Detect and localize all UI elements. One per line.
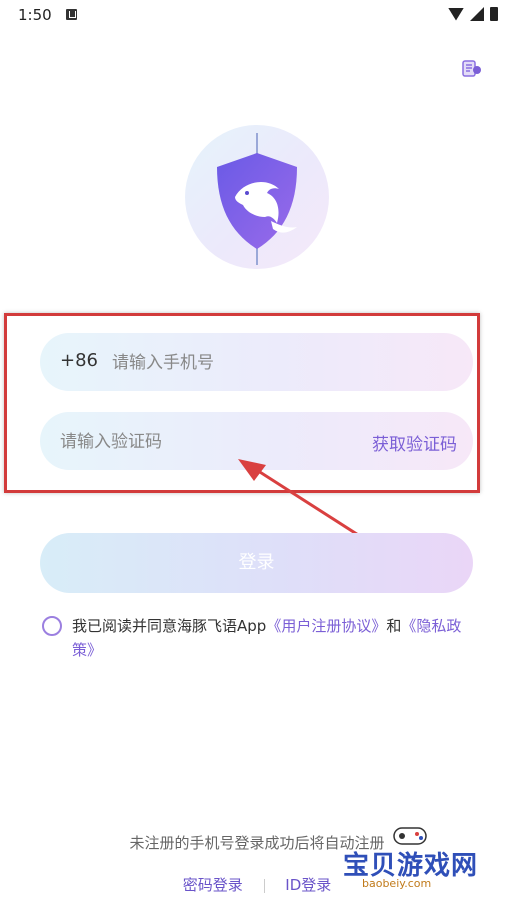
signal-icon [470, 7, 484, 21]
wifi-icon [448, 7, 464, 21]
app-logo [185, 125, 329, 269]
footer-divider [263, 878, 265, 893]
status-time: 1:50 [18, 6, 52, 24]
login-button[interactable]: 登录 [40, 533, 473, 593]
get-code-button[interactable]: 获取验证码 [372, 430, 457, 455]
watermark-url: baobeiy.com [362, 877, 432, 890]
dolphin-shield-icon [217, 133, 297, 265]
country-code[interactable]: +86 [60, 350, 98, 371]
customer-service-icon[interactable] [461, 59, 483, 79]
battery-icon [490, 7, 498, 21]
agreement-prefix: 我已阅读并同意海豚飞语App [72, 617, 267, 635]
password-login-link[interactable]: 密码登录 [183, 876, 243, 894]
agreement-checkbox[interactable] [42, 616, 62, 636]
user-agreement-link[interactable]: 《用户注册协议》 [266, 617, 386, 635]
status-icons [448, 7, 498, 21]
id-login-link[interactable]: ID登录 [285, 876, 331, 894]
notification-icon [66, 9, 77, 20]
phone-field[interactable]: +86 [40, 333, 473, 391]
agreement-text: 我已阅读并同意海豚飞语App《用户注册协议》和《隐私政策》 [72, 614, 482, 662]
watermark: 宝贝游戏网 baobeiy.com [338, 820, 488, 890]
phone-input[interactable] [110, 345, 454, 381]
agreement-and: 和 [386, 617, 402, 635]
status-bar: 1:50 [0, 0, 514, 32]
